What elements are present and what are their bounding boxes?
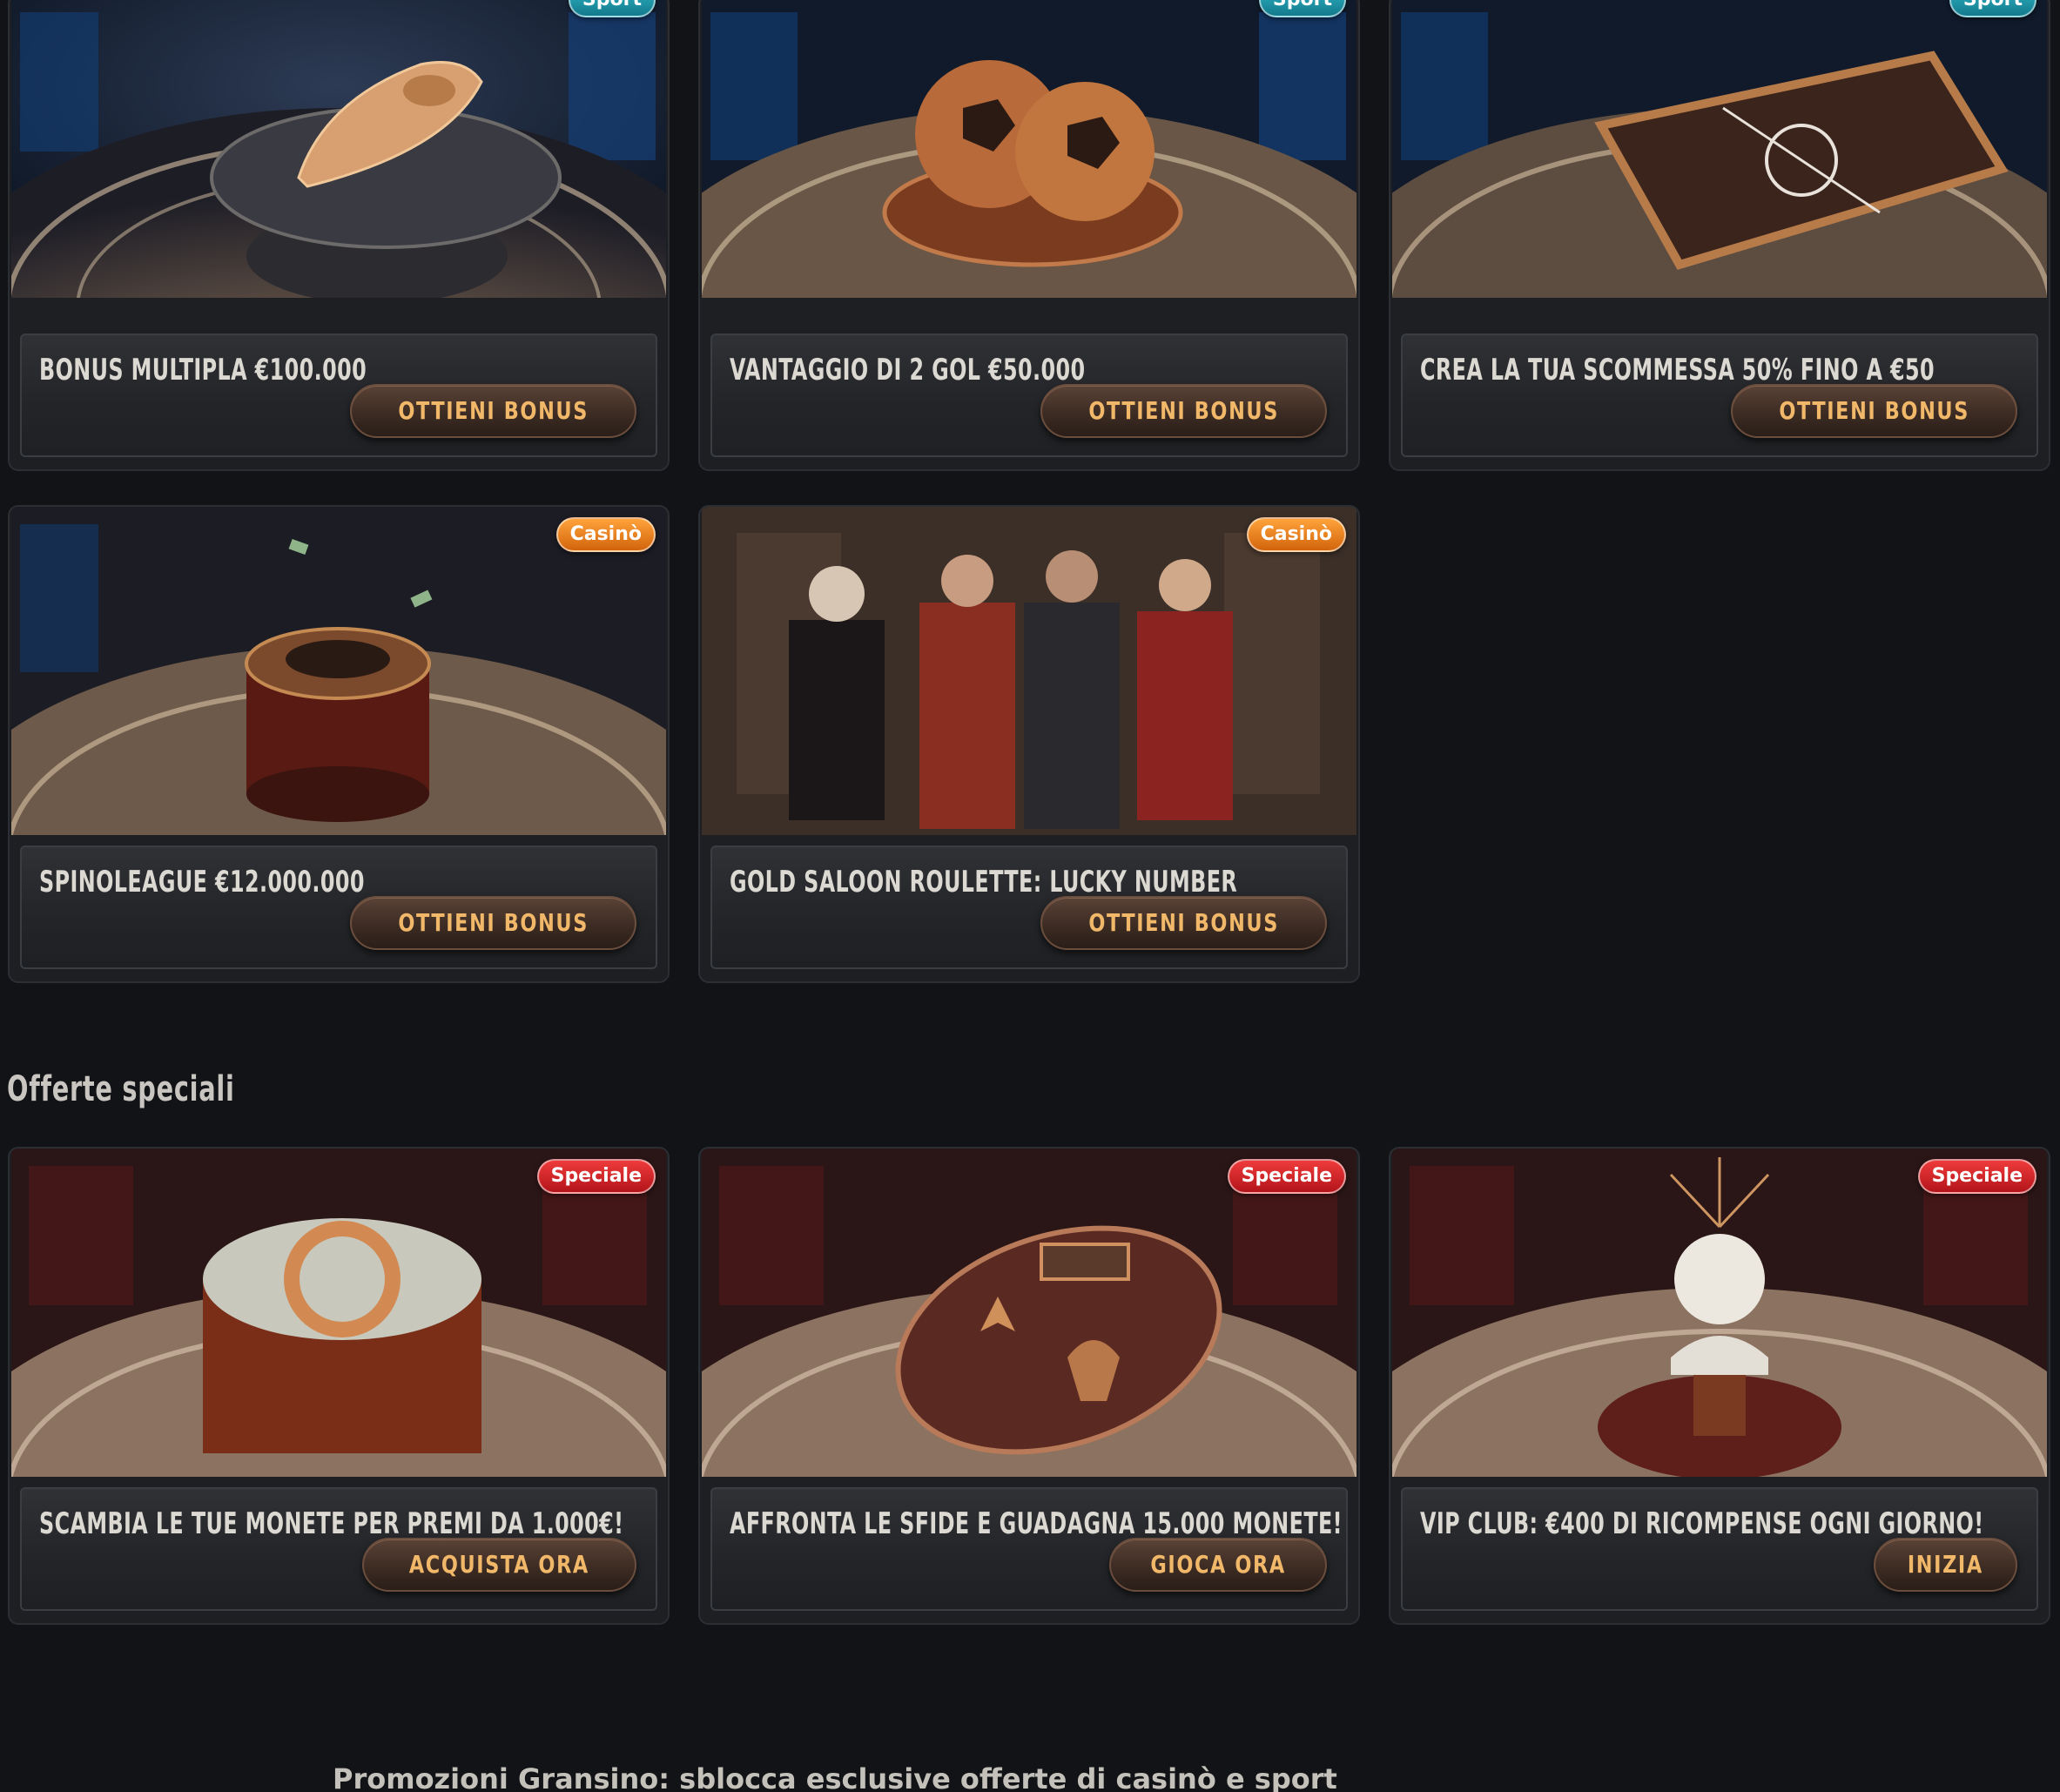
special-offer-card[interactable]: Speciale VIP Club: €400 di ricompense og… <box>1389 1147 2050 1625</box>
section-title: Offerte speciali <box>7 1069 235 1109</box>
promo-image-badges[interactable] <box>702 1149 1357 1477</box>
promo-image-saloon-characters[interactable] <box>702 507 1357 835</box>
promo-card[interactable]: Casinò SpinoLeague €12.000.000 Ottieni B… <box>8 505 670 983</box>
promo-title: SpinoLeague €12.000.000 <box>39 865 365 899</box>
get-bonus-button[interactable]: Ottieni Bonus <box>1730 384 2017 438</box>
get-bonus-button[interactable]: Ottieni Bonus <box>349 896 636 950</box>
category-badge: Sport <box>1949 0 2036 17</box>
promo-card-body: Bonus Multipla €100.000 Ottieni Bonus <box>20 333 657 457</box>
promo-card-body: VIP Club: €400 di ricompense ogni giorno… <box>1401 1487 2038 1611</box>
category-badge: Speciale <box>1917 1159 2036 1194</box>
promo-card[interactable]: Casinò Gold Saloon Roulette: Lucky Numbe… <box>698 505 1360 983</box>
promo-card-body: Affronta le sfide e guadagna 15.000 mone… <box>710 1487 1348 1611</box>
promo-image-footballs[interactable] <box>702 0 1357 323</box>
play-now-button[interactable]: Gioca ora <box>1108 1538 1327 1592</box>
promo-image-roulette[interactable] <box>11 507 666 835</box>
promo-card[interactable]: Sport Bonus Multipla €100.000 Ottieni Bo… <box>8 0 670 471</box>
promo-title: Scambia le tue monete per premi da 1.000… <box>39 1506 624 1541</box>
category-badge: Casinò <box>1246 517 1346 552</box>
category-badge: Sport <box>568 0 656 17</box>
promo-title: Gold Saloon Roulette: Lucky Number <box>730 865 1238 899</box>
promo-title: Vantaggio di 2 gol €50.000 <box>730 353 1086 387</box>
promo-card-body: Vantaggio di 2 gol €50.000 Ottieni Bonus <box>710 333 1348 457</box>
promo-title: Affronta le sfide e guadagna 15.000 mone… <box>730 1506 1343 1541</box>
start-button[interactable]: Inizia <box>1874 1538 2017 1592</box>
promo-image-golden-boot[interactable] <box>11 0 666 323</box>
promo-card[interactable]: Sport Crea la tua scommessa 50% fino a €… <box>1389 0 2050 471</box>
promo-image-tactics-board[interactable] <box>1392 0 2047 323</box>
promo-title: Bonus Multipla €100.000 <box>39 353 367 387</box>
promo-title: Crea la tua scommessa 50% fino a €50 <box>1420 353 1935 387</box>
promo-image-money-pile[interactable] <box>11 1149 666 1477</box>
category-badge: Speciale <box>1227 1159 1346 1194</box>
special-offer-card[interactable]: Speciale Scambia le tue monete per premi… <box>8 1147 670 1625</box>
get-bonus-button[interactable]: Ottieni Bonus <box>1040 384 1327 438</box>
footer-heading: Promozioni Gransino: sblocca esclusive o… <box>333 1762 1337 1792</box>
buy-now-button[interactable]: Acquista ora <box>362 1538 636 1592</box>
get-bonus-button[interactable]: Ottieni Bonus <box>349 384 636 438</box>
promo-title: VIP Club: €400 di ricompense ogni giorno… <box>1420 1506 1984 1541</box>
special-offer-card[interactable]: Speciale Affronta le sfide e guadagna 15… <box>698 1147 1360 1625</box>
promo-card-body: Gold Saloon Roulette: Lucky Number Ottie… <box>710 845 1348 969</box>
promo-card[interactable]: Sport Vantaggio di 2 gol €50.000 Ottieni… <box>698 0 1360 471</box>
promotions-page: Sport Bonus Multipla €100.000 Ottieni Bo… <box>0 0 2060 1792</box>
get-bonus-button[interactable]: Ottieni Bonus <box>1040 896 1327 950</box>
promo-card-body: SpinoLeague €12.000.000 Ottieni Bonus <box>20 845 657 969</box>
promo-card-body: Scambia le tue monete per premi da 1.000… <box>20 1487 657 1611</box>
promo-image-marble-bust[interactable] <box>1392 1149 2047 1477</box>
promo-card-body: Crea la tua scommessa 50% fino a €50 Ott… <box>1401 333 2038 457</box>
category-badge: Casinò <box>555 517 656 552</box>
category-badge: Speciale <box>536 1159 656 1194</box>
category-badge: Sport <box>1258 0 1346 17</box>
